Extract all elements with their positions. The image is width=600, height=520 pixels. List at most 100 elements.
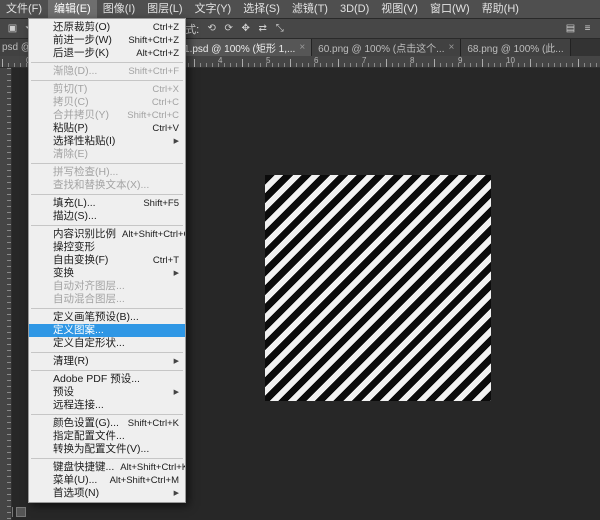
menu-item[interactable]: 预设▶ (29, 386, 185, 399)
menu-item-label: 描边(S)... (53, 210, 97, 223)
menu-item-shortcut: Shift+Ctrl+F (128, 65, 179, 78)
menu-item[interactable]: 指定配置文件... (29, 430, 185, 443)
menu-item[interactable]: 查找和替换文本(X)... (29, 179, 185, 192)
menubar-item[interactable]: 图像(I) (97, 0, 141, 18)
menu-item[interactable]: 自动对齐图层... (29, 280, 185, 293)
menu-item[interactable]: 描边(S)... (29, 210, 185, 223)
tab-close-icon[interactable]: × (448, 42, 454, 53)
menu-item[interactable]: 拷贝(C)Ctrl+C (29, 96, 185, 109)
menu-item-label: 自动对齐图层... (53, 280, 125, 293)
ruler-number: 10 (506, 56, 515, 65)
menu-item[interactable]: 清理(R) ▶ (29, 355, 185, 368)
menu-item-label: 拼写检查(H)... (53, 166, 118, 179)
menu-item[interactable]: 自由变换(F)Ctrl+T (29, 254, 185, 267)
3d-rotate-mode-icon[interactable]: ⟲ (203, 21, 220, 36)
menu-divider (31, 62, 183, 63)
menu-item[interactable]: 拼写检查(H)... (29, 166, 185, 179)
menu-item-shortcut: Alt+Shift+Ctrl+M (110, 474, 179, 487)
menu-item[interactable]: 颜色设置(G)...Shift+Ctrl+K (29, 417, 185, 430)
menu-item-shortcut: Alt+Shift+Ctrl+C (122, 228, 185, 241)
menu-item-label: 首选项(N) (53, 487, 99, 500)
options-right-group: ▤≡ (562, 21, 596, 36)
ruler-number: 6 (314, 56, 318, 65)
menu-item[interactable]: 后退一步(K)Alt+Ctrl+Z (29, 47, 185, 60)
menu-item[interactable]: 清除(E) (29, 148, 185, 161)
menubar-item[interactable]: 文件(F) (0, 0, 48, 18)
menubar-item[interactable]: 帮助(H) (476, 0, 525, 18)
menu-item-shortcut: Shift+F5 (143, 197, 179, 210)
menu-item[interactable]: 定义画笔预设(B)... (29, 311, 185, 324)
menu-divider (31, 225, 183, 226)
ruler-number: 7 (362, 56, 366, 65)
tab-label: 60.png @ 100% (点击这个... (318, 40, 444, 55)
menu-item[interactable]: 剪切(T)Ctrl+X (29, 83, 185, 96)
menu-item[interactable]: 转换为配置文件(V)... (29, 443, 185, 456)
menu-item-label: 操控变形 (53, 241, 95, 254)
submenu-arrow-icon: ▶ (174, 135, 179, 148)
menu-item-label: 清理(R) (53, 355, 89, 368)
3d-slide-mode-icon[interactable]: ⇄ (254, 21, 271, 36)
menu-divider (31, 352, 183, 353)
menu-divider (31, 308, 183, 309)
submenu-arrow-icon: ▶ (174, 355, 179, 368)
menubar-item[interactable]: 滤镜(T) (286, 0, 334, 18)
menu-item-label: 预设 (53, 386, 74, 399)
menu-item[interactable]: 渐隐(D)... Shift+Ctrl+F (29, 65, 185, 78)
menubar-item[interactable]: 编辑(E) (48, 0, 97, 18)
menu-item-label: Adobe PDF 预设... (53, 373, 140, 386)
3d-roll-mode-icon[interactable]: ⟳ (220, 21, 237, 36)
menu-item-label: 定义画笔预设(B)... (53, 311, 139, 324)
menu-item[interactable]: 选择性粘贴(I) ▶ (29, 135, 185, 148)
menu-item-label: 选择性粘贴(I) (53, 135, 115, 148)
menu-item-label: 填充(L)... (53, 197, 96, 210)
menu-divider (31, 80, 183, 81)
workspace-icon[interactable]: ▤ (562, 21, 579, 36)
submenu-arrow-icon: ▶ (174, 267, 179, 280)
3d-drag-mode-icon[interactable]: ✥ (237, 21, 254, 36)
document-tab[interactable]: 68.png @ 100% (此... (461, 39, 570, 56)
menu-bar: 文件(F)编辑(E)图像(I)图层(L)文字(Y)选择(S)滤镜(T)3D(D)… (0, 0, 600, 19)
menubar-item[interactable]: 文字(Y) (189, 0, 238, 18)
submenu-arrow-icon: ▶ (174, 487, 179, 500)
menubar-item[interactable]: 图层(L) (141, 0, 188, 18)
menu-item[interactable]: 前进一步(W)Shift+Ctrl+Z (29, 34, 185, 47)
menu-item-label: 粘贴(P) (53, 122, 88, 135)
menu-item[interactable]: 内容识别比例Alt+Shift+Ctrl+C (29, 228, 185, 241)
tab-label: 68.png @ 100% (此... (467, 40, 563, 55)
menu-item[interactable]: 自动混合图层... (29, 293, 185, 306)
menu-item-label: 自动混合图层... (53, 293, 125, 306)
menu-item-label: 渐隐(D)... (53, 65, 97, 78)
document-tab[interactable]: 60.png @ 100% (点击这个... × (312, 39, 461, 56)
menu-divider (31, 458, 183, 459)
menu-item[interactable]: 还原裁剪(O)Ctrl+Z (29, 21, 185, 34)
menubar-item[interactable]: 视图(V) (375, 0, 424, 18)
menu-item[interactable]: 粘贴(P)Ctrl+V (29, 122, 185, 135)
menubar-item[interactable]: 选择(S) (237, 0, 286, 18)
menu-item-shortcut: Ctrl+C (152, 96, 179, 109)
tool-preset-icon[interactable]: ▣ (4, 21, 21, 36)
menu-item[interactable]: 菜单(U)...Alt+Shift+Ctrl+M (29, 474, 185, 487)
menu-item[interactable]: 定义图案... (29, 324, 185, 337)
panel-menu-icon[interactable]: ≡ (579, 21, 596, 36)
edit-menu-dropdown: 还原裁剪(O)Ctrl+Z前进一步(W)Shift+Ctrl+Z后退一步(K)A… (28, 18, 186, 503)
menu-item[interactable]: 变换▶ (29, 267, 185, 280)
menu-item[interactable]: 首选项(N) ▶ (29, 487, 185, 500)
menu-item[interactable]: 操控变形 (29, 241, 185, 254)
tab-close-icon[interactable]: × (299, 42, 305, 53)
vertical-ruler-ticks (7, 68, 11, 520)
3d-scale-mode-icon[interactable]: ⤡ (271, 21, 288, 36)
menubar-item[interactable]: 3D(D) (334, 0, 375, 18)
vertical-ruler[interactable] (0, 68, 12, 520)
status-doc-alt-icon[interactable] (16, 507, 26, 517)
menu-item-shortcut: Alt+Shift+Ctrl+K (120, 461, 185, 474)
menu-item-shortcut: Ctrl+Z (153, 21, 179, 34)
menu-item-label: 查找和替换文本(X)... (53, 179, 149, 192)
menu-item[interactable]: 合并拷贝(Y)Shift+Ctrl+C (29, 109, 185, 122)
menu-item[interactable]: Adobe PDF 预设... (29, 373, 185, 386)
menu-item[interactable]: 键盘快捷键...Alt+Shift+Ctrl+K (29, 461, 185, 474)
striped-pattern-image[interactable] (265, 175, 491, 401)
menu-item[interactable]: 填充(L)... Shift+F5 (29, 197, 185, 210)
menu-item[interactable]: 定义自定形状... (29, 337, 185, 350)
menubar-item[interactable]: 窗口(W) (424, 0, 476, 18)
menu-item[interactable]: 远程连接... (29, 399, 185, 412)
